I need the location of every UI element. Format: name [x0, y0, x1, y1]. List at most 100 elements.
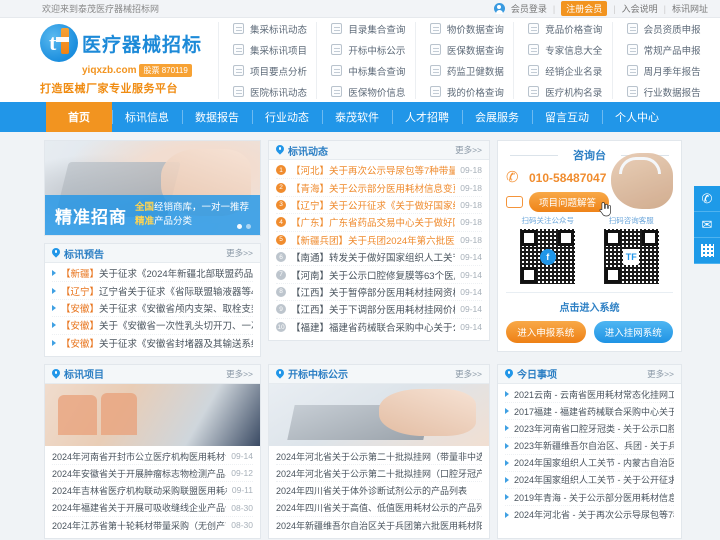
enter-listing-system-button[interactable]: 进入挂网系统 — [593, 321, 673, 343]
rank-badge: 7 — [276, 269, 286, 280]
table-row[interactable]: 7 【河南】关于公示口腔修复膜等63个医用耗材产品下调 09-14 — [276, 266, 482, 284]
list-item[interactable]: 【安徽】关于征求《安徽省颅内支架、取栓支架和血流导 — [52, 300, 253, 318]
table-row[interactable]: 1 【河北】关于再次公示导尿包等7种带量联动医用耗材 09-18 — [276, 162, 482, 180]
bid-results-thumbnail[interactable] — [269, 383, 489, 446]
item-text: 关于征求《2024年新疆北部联盟药品集中议价采 — [99, 269, 253, 281]
list-item[interactable]: 【新疆】关于征求《2024年新疆北部联盟药品集中议价采 — [52, 265, 253, 283]
bid-icon — [626, 86, 638, 97]
list-item[interactable]: 【安徽】关于《安徽省一次性乳头切开刀、一次性使用有 — [52, 317, 253, 335]
enter-declare-system-button[interactable]: 进入申报系统 — [506, 321, 586, 343]
item-text: 2024年四川省关于体外诊断试剂公示的产品列表 — [276, 485, 468, 496]
header-nav-item[interactable]: 行业数据报告 — [626, 85, 710, 99]
site-url-link[interactable]: 标讯网址 — [672, 2, 708, 15]
table-row[interactable]: 9 【江西】关于下调部分医用耗材挂网价格的通知 09-14 — [276, 301, 482, 319]
welcome-text: 欢迎来到泰茂医疗器械招标网 — [42, 4, 160, 14]
list-item[interactable]: 2024年国家组织人工关节 - 内蒙古自治区关于开 — [505, 455, 674, 472]
bid-results-more-link[interactable]: 更多>> — [455, 368, 482, 380]
join-info-link[interactable]: 入会说明 — [622, 2, 658, 15]
nav-tab-recruitment[interactable]: 人才招聘 — [392, 102, 462, 132]
list-item[interactable]: 2024年国家组织人工关节 - 关于公开征求《关于 — [505, 472, 674, 490]
nav-tab-software[interactable]: 泰茂软件 — [322, 102, 392, 132]
list-item[interactable]: 2023年河南省口腔牙冠类 - 关于公示口腔修复膜 — [505, 420, 674, 438]
ask-question-button[interactable]: 项目问题解答 — [529, 192, 610, 212]
rail-phone-button[interactable]: ✆ — [694, 186, 720, 212]
nav-tab-profile[interactable]: 个人中心 — [602, 102, 672, 132]
projects-more-link[interactable]: 更多>> — [226, 368, 253, 380]
table-row[interactable]: 10 【福建】福建省药械联合采购中心关于公示 2024年8月 09-14 — [276, 319, 482, 336]
forecast-more-link[interactable]: 更多>> — [226, 247, 253, 259]
qrcode-official-icon[interactable]: f — [519, 228, 577, 285]
header-nav-item[interactable]: 集采标讯项目 — [233, 43, 316, 57]
header-nav-item[interactable]: 竞品价格查询 — [528, 22, 611, 36]
table-row[interactable]: 6 【南通】转发关于做好国家组织人工关节集中带量采购 09-14 — [276, 249, 482, 267]
arrow-icon — [505, 391, 509, 398]
promo-banner[interactable]: 精准招商 全国经销商库，一对一推荐 精准产品分类 — [44, 140, 261, 236]
table-row[interactable]: 4 【广东】广东省药品交易中心关于做好国家组织人工关 09-18 — [276, 214, 482, 232]
nav-tab-message[interactable]: 留言互动 — [532, 102, 602, 132]
list-item[interactable]: 2024年新疆维吾尔自治区关于兵团第六批医用耗材阳光挂网拟地报 — [276, 517, 482, 534]
table-row[interactable]: 8 【江西】关于暂停部分医用耗材挂网资格的通知 09-14 — [276, 284, 482, 302]
list-item[interactable]: 2024年河北省 - 关于再次公示导尿包等7种带量联 — [505, 506, 674, 523]
header-nav-item[interactable]: 我的价格查询 — [429, 85, 513, 99]
list-item[interactable]: 2021云南 - 云南省医用耗材常态化挂网工作（第 — [505, 386, 674, 404]
header-nav-item[interactable]: 目录集合查询 — [331, 22, 414, 36]
list-item[interactable]: 2024年河北省关于公示第二十批拟挂网（口腔牙冠产品） — [276, 465, 482, 483]
header-nav-item[interactable]: 开标中标公示 — [331, 43, 414, 57]
table-row[interactable]: 5 【新疆兵团】关于兵团2024年第六批医用耗材阳光挂网 09-18 — [276, 232, 482, 249]
arrow-icon — [52, 270, 56, 277]
enter-system-title: 点击进入系统 — [506, 292, 673, 314]
header-nav-item[interactable]: 项目要点分析 — [233, 64, 316, 78]
qrcode-service-icon[interactable]: TF — [602, 228, 660, 285]
header-nav-item[interactable]: 医保数据查询 — [429, 43, 513, 57]
projects-title: 标讯项目 — [64, 370, 104, 382]
news-more-link[interactable]: 更多>> — [455, 144, 482, 156]
list-item[interactable]: 2024年吉林省医疗机构联动采购联盟医用耗材集中带 09-11 — [52, 482, 253, 500]
projects-thumbnail[interactable] — [45, 383, 260, 446]
header-nav-item[interactable]: 医保物价信息 — [331, 85, 414, 99]
list-item[interactable]: 【辽宁】辽宁省关于征求《省际联盟输液器等4类医用耗材 — [52, 282, 253, 300]
search-doc-icon — [331, 65, 343, 76]
list-item[interactable]: 2024年四川省关于体外诊断试剂公示的产品列表 — [276, 482, 482, 500]
rail-qrcode-button[interactable] — [694, 238, 720, 264]
register-member-button[interactable]: 注册会员 — [561, 1, 608, 16]
list-item[interactable]: 【安徽】关于征求《安徽省封堵器及其输送系统高值医用 — [52, 335, 253, 352]
header-nav-item[interactable]: 经销企业名录 — [528, 64, 611, 78]
list-item[interactable]: 2023年新疆维吾尔自治区、兵团 - 关于兵团2024 — [505, 438, 674, 455]
site-logo[interactable]: t 医疗器械招标 yiqxzb.com 股票 870119 打造医械厂家专业服务… — [40, 24, 208, 96]
header-nav-item[interactable]: 常规产品申报 — [626, 43, 710, 57]
header-nav-item[interactable]: 中标集合查询 — [331, 64, 414, 78]
arrow-icon — [505, 511, 509, 518]
table-row[interactable]: 3 【辽宁】关于公开征求《关于做好国家组织人工关节协 09-18 — [276, 197, 482, 215]
nav-tab-home[interactable]: 首页 — [46, 102, 112, 132]
table-row[interactable]: 2 【青海】关于公示部分医用耗材信息变更的通知 09-18 — [276, 179, 482, 197]
nav-tab-data-report[interactable]: 数据报告 — [182, 102, 252, 132]
arrow-icon — [52, 304, 56, 311]
member-login-link[interactable]: 会员登录 — [511, 2, 547, 15]
list-item[interactable]: 2024年江苏省第十轮耗材带量采购（无创产前基因检 08-30 — [52, 517, 253, 534]
header-nav-item[interactable]: 周月季年报告 — [626, 64, 710, 78]
banner-dot[interactable] — [237, 224, 242, 229]
header-nav-item[interactable]: 药监卫健数据 — [429, 64, 513, 78]
list-item[interactable]: 2024年安徽省关于开展肿瘤标志物检测产品、甲状腺 09-12 — [52, 465, 253, 483]
header-nav-item[interactable]: 专家信息大全 — [528, 43, 611, 57]
header-nav-item[interactable]: 会员资质申报 — [626, 22, 710, 36]
nav-tab-industry[interactable]: 行业动态 — [252, 102, 322, 132]
header-nav-item[interactable]: 医疗机构名录 — [528, 85, 611, 99]
rail-message-button[interactable]: ✉ — [694, 212, 720, 238]
list-item[interactable]: 2024年福建省关于开展可吸收缝线企业产品信息填报 08-30 — [52, 500, 253, 517]
list-item[interactable]: 2024年河南省开封市公立医疗机构医用耗材谈判（第 09-14 — [52, 448, 253, 466]
list-item[interactable]: 2024年河北省关于公示第二十批拟挂网（带量非中选挂网采购） — [276, 448, 482, 466]
report-icon — [233, 86, 244, 97]
banner-dot[interactable] — [246, 224, 251, 229]
list-item[interactable]: 2017福建 - 福建省药械联合采购中心关于公示 — [505, 403, 674, 421]
nav-tab-expo[interactable]: 会展服务 — [462, 102, 532, 132]
banner-dots[interactable] — [237, 224, 251, 229]
nav-tab-bid-info[interactable]: 标讯信息 — [112, 102, 182, 132]
list-item[interactable]: 2024年四川省关于高值、低值医用耗材公示的产品列表 — [276, 500, 482, 517]
today-more-link[interactable]: 更多>> — [647, 368, 674, 380]
right-column: 咨询台 ✆ 010-58487047 项目问题解答 扫码关注公众号 f 扫码咨询… — [497, 140, 682, 357]
header-nav-item[interactable]: 医院标讯动态 — [233, 85, 316, 99]
header-nav-item[interactable]: 集采标讯动态 — [233, 22, 316, 36]
header-nav-item[interactable]: 物价数据查询 — [429, 22, 513, 36]
list-item[interactable]: 2019年青海 - 关于公示部分医用耗材信息变更的 — [505, 489, 674, 507]
